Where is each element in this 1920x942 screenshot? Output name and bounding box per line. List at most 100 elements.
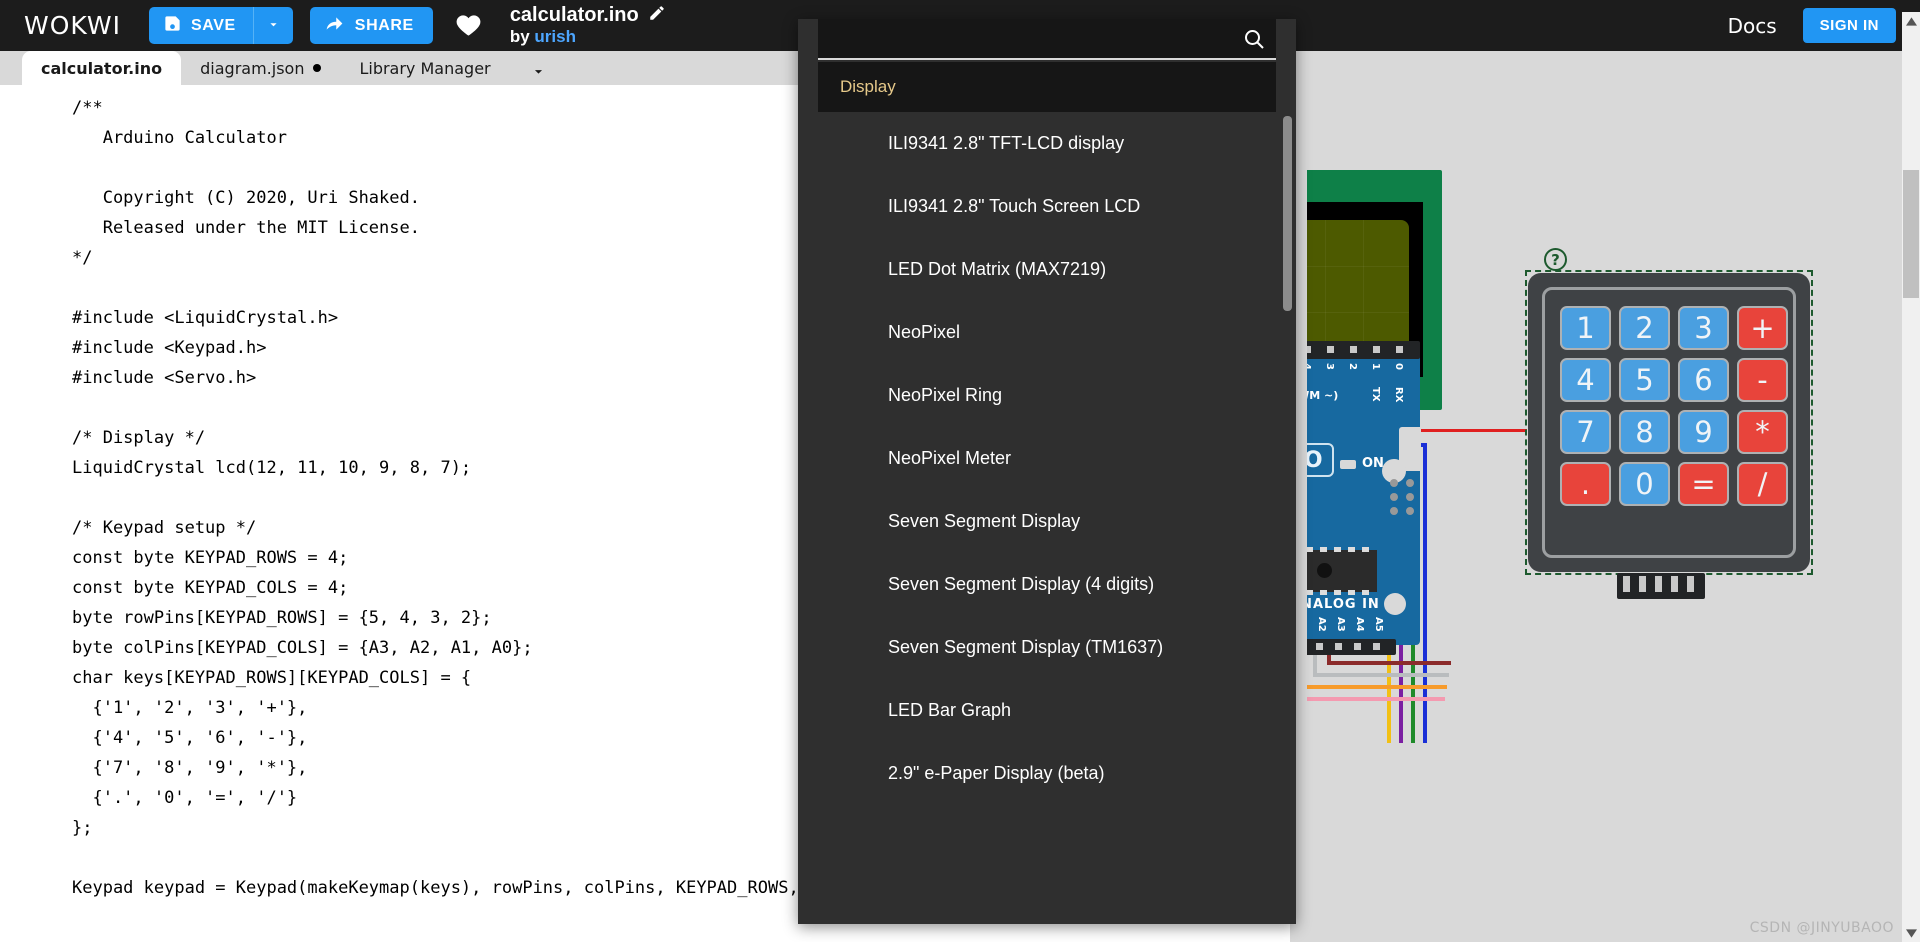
- watermark-text: CSDN @JINYUBAOO: [1749, 920, 1894, 936]
- keypad-key-0[interactable]: 0: [1619, 462, 1670, 506]
- project-title: calculator.ino: [509, 3, 639, 26]
- question-mark-icon[interactable]: ?: [1544, 248, 1567, 271]
- save-button-label: SAVE: [191, 16, 236, 34]
- part-item[interactable]: 2.9" e-Paper Display (beta): [798, 742, 1296, 805]
- pin-label-2: 2: [1347, 363, 1358, 370]
- microcontroller-chip: [1307, 547, 1377, 595]
- keypad-key-9[interactable]: 9: [1678, 410, 1729, 454]
- keypad-inner-frame: 1 2 3 + 4 5 6 - 7 8 9 * . 0 = /: [1542, 287, 1796, 558]
- wokwi-logo[interactable]: WOKWI: [24, 11, 121, 40]
- search-icon[interactable]: [1232, 27, 1276, 51]
- keypad-key-6[interactable]: 6: [1678, 358, 1729, 402]
- wire-darkred[interactable]: [1327, 661, 1451, 665]
- part-item[interactable]: Seven Segment Display (TM1637): [798, 616, 1296, 679]
- tab-library-manager[interactable]: Library Manager: [340, 51, 509, 85]
- chevron-down-icon: [266, 17, 281, 35]
- board-name-label: NO: [1307, 443, 1334, 477]
- power-led: [1340, 460, 1356, 469]
- tab-label: Library Manager: [359, 58, 491, 78]
- pin-label-a2: A2: [1316, 617, 1327, 632]
- parts-search-row: [818, 19, 1276, 60]
- keypad-key-minus[interactable]: -: [1737, 358, 1788, 402]
- keypad-pin-header[interactable]: [1617, 573, 1705, 599]
- tab-label: diagram.json: [200, 58, 305, 78]
- keypad-button-grid: 1 2 3 + 4 5 6 - 7 8 9 * . 0 = /: [1560, 306, 1788, 506]
- parts-category-header: Display: [818, 62, 1276, 112]
- save-dropdown-button[interactable]: [252, 7, 293, 44]
- tab-calculator-ino[interactable]: calculator.ino: [22, 51, 182, 85]
- digital-pin-header[interactable]: [1307, 341, 1420, 359]
- pin-label-a1: A1: [1307, 617, 1308, 632]
- keypad-key-2[interactable]: 2: [1619, 306, 1670, 350]
- keypad-key-7[interactable]: 7: [1560, 410, 1611, 454]
- part-item[interactable]: NeoPixel Meter: [798, 427, 1296, 490]
- topbar-right-actions: Docs SIGN IN: [1728, 8, 1896, 43]
- keypad-key-1[interactable]: 1: [1560, 306, 1611, 350]
- floppy-disk-icon: [163, 14, 182, 38]
- part-item[interactable]: ILI9341 2.8" TFT-LCD display: [798, 112, 1296, 175]
- part-item[interactable]: Seven Segment Display: [798, 490, 1296, 553]
- keypad-key-8[interactable]: 8: [1619, 410, 1670, 454]
- pin-label-3: 3: [1324, 363, 1335, 370]
- part-item[interactable]: NeoPixel Ring: [798, 364, 1296, 427]
- page-scrollbar[interactable]: [1902, 12, 1920, 942]
- share-button[interactable]: SHARE: [309, 7, 433, 44]
- on-label: ON: [1362, 456, 1384, 471]
- icsp-header[interactable]: [1387, 477, 1420, 519]
- project-by-prefix: by: [509, 27, 530, 47]
- circuit-diagram-canvas[interactable]: 5 4 3 2 1 0 TX RX (PWM ~) NO ON ANALOG I…: [1307, 85, 1920, 942]
- keypad-key-5[interactable]: 5: [1619, 358, 1670, 402]
- share-arrow-icon: [324, 13, 345, 39]
- keypad-key-4[interactable]: 4: [1560, 358, 1611, 402]
- lcd-screen: [1307, 220, 1409, 358]
- unsaved-indicator-dot: [313, 64, 322, 72]
- wire-pink[interactable]: [1307, 697, 1445, 701]
- share-button-label: SHARE: [354, 16, 414, 34]
- project-author-line: by urish: [510, 27, 666, 47]
- part-item[interactable]: Seven Segment Display (4 digits): [798, 553, 1296, 616]
- keypad-key-dot[interactable]: .: [1560, 462, 1611, 506]
- keypad-key-plus[interactable]: +: [1737, 306, 1788, 350]
- pin-label-a3: A3: [1335, 617, 1346, 632]
- wire-gray[interactable]: [1313, 673, 1449, 677]
- wire-orange[interactable]: [1307, 685, 1447, 689]
- tab-diagram-json[interactable]: diagram.json: [181, 51, 340, 85]
- pin-label-4: 4: [1307, 363, 1312, 370]
- mounting-hole: [1384, 593, 1406, 615]
- triangle-down-icon[interactable]: [1902, 924, 1920, 942]
- triangle-up-icon[interactable]: [1902, 12, 1920, 30]
- heart-icon[interactable]: [455, 12, 482, 39]
- analog-pin-header[interactable]: [1307, 639, 1396, 655]
- pin-label-0: 0: [1393, 363, 1404, 370]
- chevron-down-icon: [530, 63, 547, 85]
- parts-list-scrollbar-thumb[interactable]: [1283, 116, 1292, 311]
- save-button[interactable]: SAVE: [149, 7, 253, 44]
- arduino-uno-board[interactable]: 5 4 3 2 1 0 TX RX (PWM ~) NO ON ANALOG I…: [1307, 341, 1421, 655]
- pin-label-a5: A5: [1373, 617, 1384, 632]
- page-scrollbar-thumb[interactable]: [1903, 170, 1919, 298]
- keypad-key-3[interactable]: 3: [1678, 306, 1729, 350]
- keypad-key-slash[interactable]: /: [1737, 462, 1788, 506]
- pin-label-tx: TX: [1370, 387, 1381, 402]
- pwm-label: (PWM ~): [1307, 389, 1339, 402]
- save-button-group: SAVE: [149, 7, 293, 44]
- tab-label: calculator.ino: [41, 58, 163, 78]
- keypad-component[interactable]: 1 2 3 + 4 5 6 - 7 8 9 * . 0 = /: [1528, 273, 1810, 572]
- docs-link[interactable]: Docs: [1728, 14, 1777, 38]
- part-item[interactable]: NeoPixel: [798, 301, 1296, 364]
- pin-label-a4: A4: [1354, 617, 1365, 632]
- part-item[interactable]: ILI9341 2.8" Touch Screen LCD: [798, 175, 1296, 238]
- analog-in-label: ANALOG IN: [1307, 597, 1380, 612]
- project-author-link[interactable]: urish: [534, 27, 576, 46]
- tab-overflow-button[interactable]: [510, 63, 567, 85]
- keypad-key-equals[interactable]: =: [1678, 462, 1729, 506]
- sign-in-button[interactable]: SIGN IN: [1802, 8, 1896, 43]
- part-item[interactable]: LED Bar Graph: [798, 679, 1296, 742]
- parts-picker-panel[interactable]: Display ILI9341 2.8" TFT-LCD display ILI…: [798, 19, 1296, 924]
- part-item[interactable]: LED Dot Matrix (MAX7219): [798, 238, 1296, 301]
- parts-list[interactable]: ILI9341 2.8" TFT-LCD display ILI9341 2.8…: [798, 112, 1296, 924]
- parts-search-input[interactable]: [818, 29, 1232, 48]
- pencil-icon[interactable]: [648, 4, 666, 28]
- pin-label-rx: RX: [1393, 387, 1404, 403]
- keypad-key-star[interactable]: *: [1737, 410, 1788, 454]
